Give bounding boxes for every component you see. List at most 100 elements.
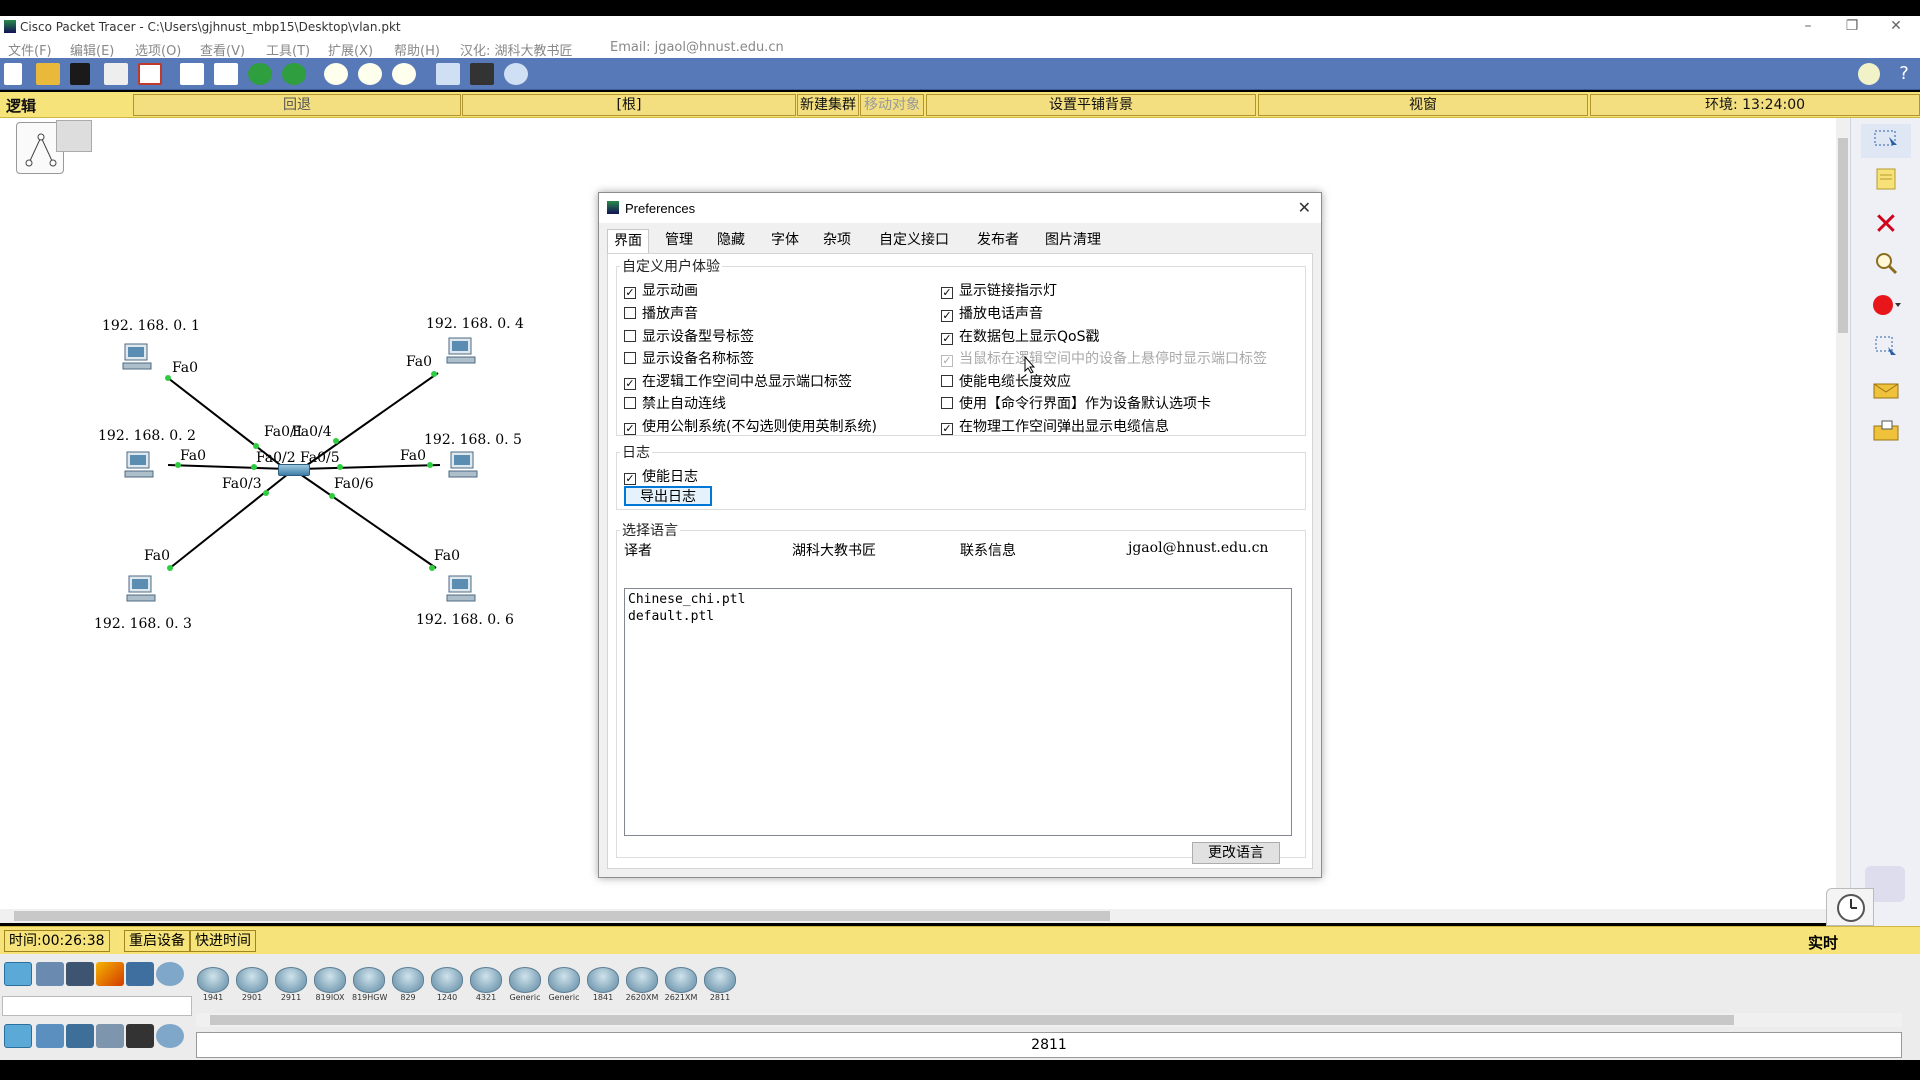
menu-options[interactable]: 选项(O) <box>135 40 181 59</box>
play-sound-checkbox[interactable]: 播放声音 <box>624 303 698 323</box>
minimize-button[interactable]: – <box>1786 18 1830 34</box>
paste-icon[interactable] <box>214 63 238 85</box>
show-device-name-labels-checkbox[interactable]: 显示设备名称标签 <box>624 348 754 368</box>
miscellaneous-category-icon[interactable] <box>126 962 154 986</box>
checkbox-box[interactable]: ✓ <box>941 310 953 322</box>
enable-log-checkbox[interactable]: ✓ 使能日志 <box>624 466 698 486</box>
close-window-button[interactable]: ✕ <box>1874 18 1918 34</box>
device-generic-2[interactable]: Generic <box>547 967 581 1007</box>
environment-button[interactable]: 环境: 13:24:00 <box>1590 94 1920 116</box>
resize-tool-icon[interactable] <box>1861 334 1911 368</box>
show-link-lights-checkbox[interactable]: ✓ 显示链接指示灯 <box>941 280 1057 300</box>
menu-help[interactable]: 帮助(H) <box>394 40 440 59</box>
device-819iox[interactable]: 819IOX <box>313 967 347 1007</box>
logic-workspace-label[interactable]: 逻辑 <box>6 95 36 116</box>
copy-icon[interactable] <box>180 63 204 85</box>
cli-default-tab-checkbox[interactable]: 使用【命令行界面】作为设备默认选项卡 <box>941 393 1211 413</box>
export-log-button[interactable]: 导出日志 <box>624 486 712 506</box>
routers-subcategory-icon[interactable] <box>4 1024 32 1048</box>
device-list-scrollbar[interactable] <box>196 1013 1902 1027</box>
device-list-scroll-thumb[interactable] <box>210 1015 1734 1025</box>
connections-category-icon[interactable] <box>96 962 124 986</box>
pc-1-icon[interactable] <box>122 342 152 372</box>
multiuser-category-icon[interactable] <box>156 962 184 986</box>
tab-custom-interfaces[interactable]: 自定义接口 <box>873 229 955 253</box>
draw-ellipse-tool-icon[interactable] <box>1861 292 1911 326</box>
checkbox-box[interactable] <box>624 307 636 319</box>
pc-6-icon[interactable] <box>446 574 476 604</box>
show-cable-info-popup-checkbox[interactable]: ✓ 在物理工作空间弹出显示电缆信息 <box>941 416 1169 436</box>
custom-device-icon[interactable] <box>470 63 494 85</box>
add-simple-pdu-icon[interactable] <box>1861 376 1911 410</box>
tab-publisher[interactable]: 发布者 <box>971 229 1025 253</box>
menu-extensions[interactable]: 扩展(X) <box>328 40 373 59</box>
end-devices-category-icon[interactable] <box>36 962 64 986</box>
device-1841[interactable]: 1841 <box>586 967 620 1007</box>
select-tool-icon[interactable] <box>1861 124 1911 158</box>
tab-miscellaneous[interactable]: 杂项 <box>817 229 857 253</box>
device-1941[interactable]: 1941 <box>196 967 230 1007</box>
checkbox-box[interactable] <box>624 330 636 342</box>
vertical-scrollbar[interactable] <box>1836 118 1850 913</box>
undo-icon[interactable] <box>248 63 272 85</box>
note-tool-icon[interactable] <box>1861 166 1911 200</box>
info-icon[interactable] <box>1858 63 1880 85</box>
device-4321[interactable]: 4321 <box>469 967 503 1007</box>
zoom-in-icon[interactable] <box>324 63 348 85</box>
show-qos-stamps-checkbox[interactable]: ✓ 在数据包上显示QoS戳 <box>941 326 1099 346</box>
device-829[interactable]: 829 <box>391 967 425 1007</box>
language-list[interactable]: Chinese_chi.ptl default.ptl <box>624 588 1292 836</box>
pc-4-icon[interactable] <box>446 336 476 366</box>
delete-tool-icon[interactable]: ✕ <box>1861 208 1911 242</box>
maximize-button[interactable]: ❐ <box>1830 18 1874 34</box>
tab-image-cleanup[interactable]: 图片清理 <box>1039 229 1107 253</box>
palette-icon[interactable] <box>436 63 460 85</box>
tab-interface[interactable]: 界面 <box>607 229 649 254</box>
wan-emulation-subcategory-icon[interactable] <box>156 1024 184 1048</box>
inspect-tool-icon[interactable] <box>1861 250 1911 284</box>
tab-hide[interactable]: 隐藏 <box>711 229 751 253</box>
save-icon[interactable] <box>70 63 90 85</box>
device-2901[interactable]: 2901 <box>235 967 269 1007</box>
pc-5-icon[interactable] <box>448 450 478 480</box>
checkbox-box[interactable] <box>624 352 636 364</box>
network-devices-category-icon[interactable] <box>4 962 32 986</box>
new-cluster-button[interactable]: 新建集群 <box>797 94 859 116</box>
enable-cable-length-effects-checkbox[interactable]: 使能电缆长度效应 <box>941 371 1071 391</box>
checkbox-box[interactable] <box>624 397 636 409</box>
pc-2-icon[interactable] <box>124 450 154 480</box>
menu-file[interactable]: 文件(F) <box>8 40 52 59</box>
horizontal-scrollbar[interactable] <box>0 909 1836 923</box>
switches-subcategory-icon[interactable] <box>36 1024 64 1048</box>
vertical-scroll-thumb[interactable] <box>1838 138 1848 333</box>
checkbox-box[interactable]: ✓ <box>624 378 636 390</box>
horizontal-scroll-thumb[interactable] <box>14 911 1110 921</box>
root-button[interactable]: [根] <box>462 94 796 116</box>
checkbox-box[interactable]: ✓ <box>624 287 636 299</box>
power-cycle-devices-button[interactable]: 重启设备 <box>124 930 190 952</box>
set-tiled-background-button[interactable]: 设置平铺背景 <box>926 94 1256 116</box>
show-animation-checkbox[interactable]: ✓ 显示动画 <box>624 280 698 300</box>
checkbox-box[interactable]: ✓ <box>941 333 953 345</box>
checkbox-box[interactable] <box>941 375 953 387</box>
cloud-icon[interactable] <box>504 63 528 85</box>
help-icon[interactable]: ? <box>1892 63 1916 85</box>
use-metric-system-checkbox[interactable]: ✓ 使用公制系统(不勾选则使用英制系统) <box>624 416 877 436</box>
device-2620xm[interactable]: 2620XM <box>625 967 659 1007</box>
hubs-subcategory-icon[interactable] <box>66 1024 94 1048</box>
checkbox-box[interactable] <box>941 397 953 409</box>
tab-administrative[interactable]: 管理 <box>659 229 699 253</box>
pc-3-icon[interactable] <box>126 574 156 604</box>
redo-icon[interactable] <box>282 63 306 85</box>
tab-font[interactable]: 字体 <box>765 229 805 253</box>
checkbox-box[interactable]: ✓ <box>941 287 953 299</box>
print-icon[interactable] <box>104 63 128 85</box>
menu-view[interactable]: 查看(V) <box>200 40 245 59</box>
viewport-button[interactable]: 视窗 <box>1258 94 1588 116</box>
disable-auto-cabling-checkbox[interactable]: 禁止自动连线 <box>624 393 726 413</box>
add-complex-pdu-icon[interactable] <box>1861 418 1911 452</box>
wireless-subcategory-icon[interactable] <box>96 1024 124 1048</box>
device-generic-1[interactable]: Generic <box>508 967 542 1007</box>
activity-wizard-icon[interactable] <box>138 63 162 85</box>
device-2811[interactable]: 2811 <box>703 967 737 1007</box>
